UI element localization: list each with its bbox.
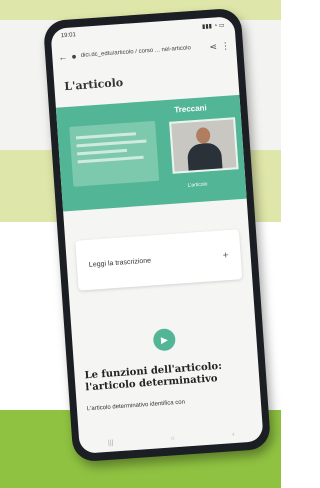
banner-caption: L'articolo [187, 181, 208, 189]
slide-text-line [75, 132, 136, 140]
nav-back-icon[interactable]: ‹ [232, 431, 235, 438]
slide-text-line [77, 148, 128, 156]
phone-screen: 19:01 ▮▮▮ ◔ ▭ ← ● dici.dc_edtu/articolo … [50, 16, 264, 454]
slide-text-line [77, 155, 144, 164]
url-text[interactable]: dici.dc_edtu/articolo / corso ... nel-ar… [81, 44, 206, 60]
nav-recent-icon[interactable]: ||| [108, 439, 114, 446]
video-banner[interactable]: Treccani L'articolo [55, 94, 247, 212]
status-time: 19:01 [60, 32, 77, 40]
more-vert-icon[interactable]: ⋮ [221, 40, 231, 52]
slide-text-line [76, 139, 147, 148]
status-indicators: ▮▮▮ ◔ ▭ [201, 22, 225, 30]
transcript-card[interactable]: Leggi la trascrizione + [75, 229, 243, 291]
slide-thumbnail [69, 120, 160, 187]
brand-logo: Treccani [174, 103, 208, 115]
play-icon: ▶ [160, 334, 169, 345]
play-button[interactable]: ▶ [152, 328, 177, 352]
back-arrow-icon[interactable]: ← [58, 52, 68, 63]
nav-home-icon[interactable]: ○ [170, 435, 175, 442]
presenter-head [195, 127, 211, 145]
phone-device: 19:01 ▮▮▮ ◔ ▭ ← ● dici.dc_edtu/articolo … [42, 7, 272, 463]
nav-bar: ||| ○ ‹ [79, 423, 264, 454]
share-icon[interactable]: ⋖ [209, 41, 217, 52]
lock-icon: ● [70, 51, 78, 62]
presenter-body [186, 142, 223, 171]
transcript-label: Leggi la trascrizione [88, 256, 152, 269]
video-presenter[interactable] [169, 117, 239, 174]
plus-icon[interactable]: + [222, 250, 229, 261]
